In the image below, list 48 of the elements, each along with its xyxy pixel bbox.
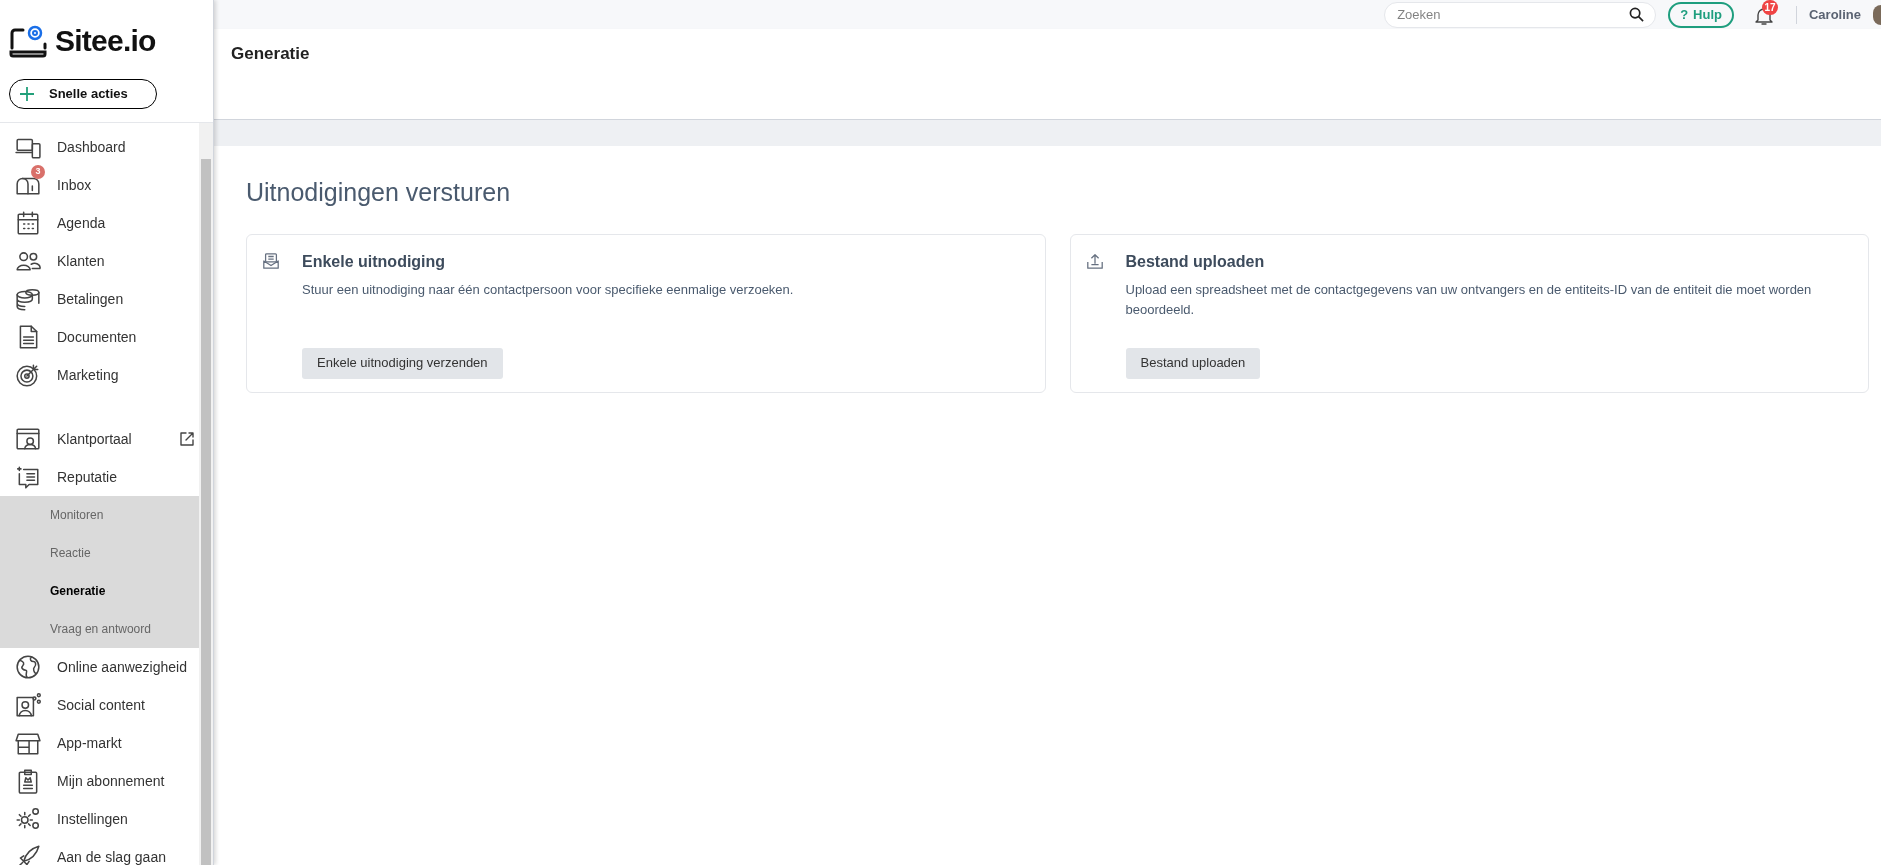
count-badge: 3 [31,165,45,179]
star-list-icon [15,464,41,490]
nav-item[interactable]: Klanten [0,242,199,280]
nav-item[interactable]: Klantportaal [0,420,199,458]
target-icon [15,362,41,388]
globe-icon [15,654,41,680]
nav-item[interactable]: Aan de slag gaan [0,838,199,865]
logo-text: Sitee.io [55,23,156,59]
nav-item[interactable]: Agenda [0,204,199,242]
browser-window-icon [15,426,41,452]
plus-icon [20,87,34,101]
card-title: Enkele uitnodiging [302,251,447,272]
nav-item[interactable]: Social content [0,686,199,724]
nav-item[interactable]: Marketing [0,356,199,394]
card-title: Bestand uploaden [1125,251,1266,272]
portrait-share-icon [15,692,41,718]
scrollbar[interactable] [199,123,213,865]
notification-count: 17 [1762,0,1778,15]
nav-item[interactable]: Mijn abonnement [0,762,199,800]
search-field[interactable]: Zoeken [1384,1,1657,28]
nav-item[interactable]: Betalingen [0,280,199,318]
laptop-at-sign-icon [9,23,49,58]
submenu-item[interactable]: Reactie [0,534,199,572]
nav-item[interactable]: Documenten [0,318,199,356]
submenu-item[interactable]: Monitoren [0,496,199,534]
card-button[interactable]: Bestand uploaden [1125,347,1261,379]
nav-item[interactable]: Dashboard [0,128,199,166]
nav-item[interactable]: Online aanwezigheid [0,648,199,686]
nav-item[interactable]: App-markt [0,724,199,762]
page-title: Generatie [231,43,311,65]
nav-item[interactable]: 3 Inbox [0,166,199,204]
submenu-item[interactable]: Generatie [0,572,199,610]
submenu-item[interactable]: Vraag en antwoord [0,610,199,648]
card-description: Upload een spreadsheet met de contactgegevens van uw ontvangers en de entiteits-ID van de entiteit die moet worden beoordeeld. [1125,280,1813,319]
avatar [1873,4,1881,25]
notification-bell[interactable]: 17 [1754,2,1778,27]
user-name[interactable]: Caroline [1809,4,1861,25]
search-icon [1629,6,1645,22]
section-heading: Uitnodigingen versturen [246,177,512,208]
card-description: Stuur een uitnodiging naar één contactpersoon voor specifieke eenmalige verzoeken. [302,280,794,299]
inbox-tray-icon [262,251,280,270]
calendar-icon [15,210,41,236]
nav-item[interactable]: Reputatie [0,458,199,496]
nav-item[interactable]: Instellingen [0,800,199,838]
upload-tray-icon [1085,251,1104,270]
coin-stack-icon [15,286,41,312]
external-link-icon [179,431,195,447]
card-button[interactable]: Enkele uitnodiging verzenden [302,347,503,379]
